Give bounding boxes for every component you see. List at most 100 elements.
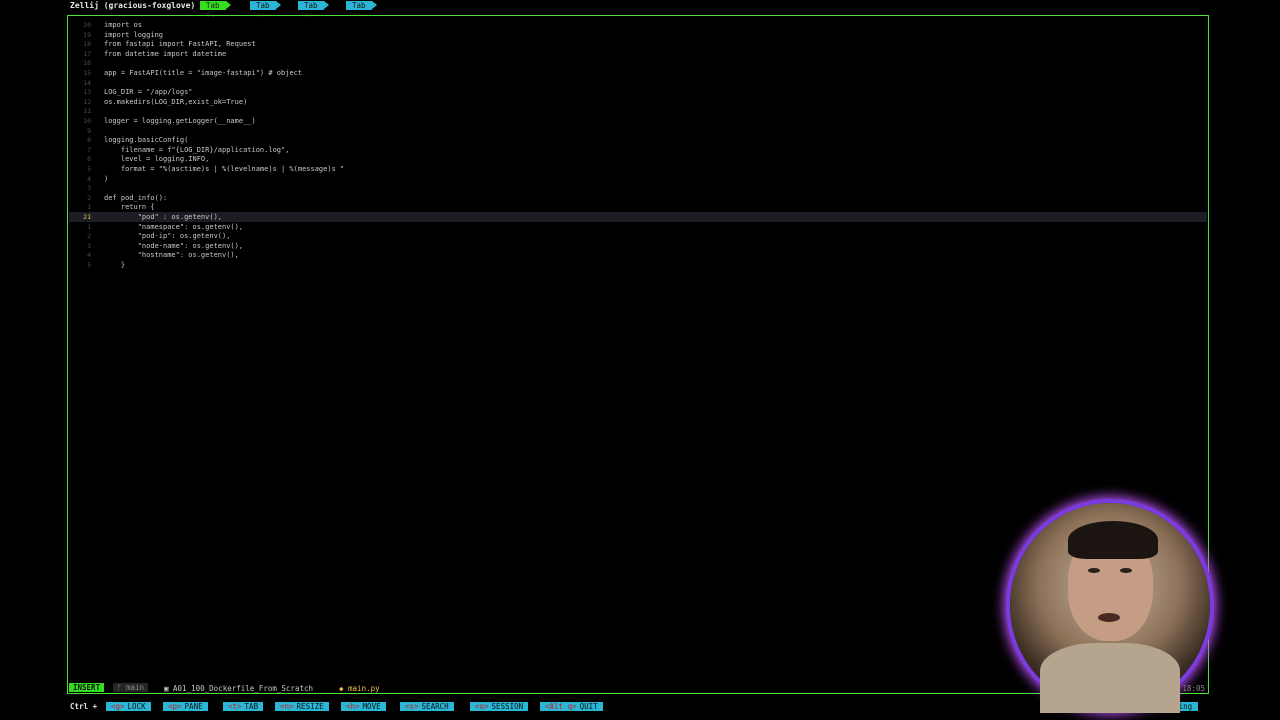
code-line[interactable]: 4 "hostname": os.getenv(), xyxy=(69,250,1207,260)
session-title: Zellij (gracious-foxglove) xyxy=(70,1,196,10)
key-hint: <h> xyxy=(346,702,360,711)
line-number: 9 xyxy=(87,126,91,135)
code-line[interactable]: 2 def pod_info(): xyxy=(69,193,1207,203)
search-key[interactable]: <s> SEARCH xyxy=(400,702,454,711)
code-line[interactable]: 15 app = FastAPI(title = "image-fastapi")… xyxy=(69,68,1207,78)
move-key[interactable]: <h> MOVE xyxy=(341,702,386,711)
key-label: RESIZE xyxy=(296,702,324,711)
code-line[interactable]: 4) xyxy=(69,174,1207,184)
project-path: ▣ A01_100_Dockerfile_From_Scratch xyxy=(164,683,313,694)
code-text[interactable]: from datetime import datetime xyxy=(104,49,226,59)
code-text[interactable]: return { xyxy=(104,202,155,212)
line-number: 4 xyxy=(87,174,91,183)
line-number: 16 xyxy=(83,59,91,68)
key-hint: <p> xyxy=(168,702,182,711)
code-line[interactable]: 5 } xyxy=(69,260,1207,270)
code-line[interactable]: 9 xyxy=(69,126,1207,136)
code-text[interactable]: "namespace": os.getenv(), xyxy=(104,222,243,232)
code-line[interactable]: 18 from fastapi import FastAPI, Request xyxy=(69,39,1207,49)
key-hint: <s> xyxy=(405,702,419,711)
branch-name: main xyxy=(126,683,145,692)
code-text[interactable]: app = FastAPI(title = "image-fastapi") #… xyxy=(104,68,302,78)
code-text[interactable]: } xyxy=(104,260,125,270)
webcam-eye xyxy=(1088,568,1100,573)
session-key[interactable]: <o> SESSION xyxy=(470,702,529,711)
key-hint: <n> xyxy=(280,702,294,711)
line-number: 1 xyxy=(87,203,91,212)
line-number: 18 xyxy=(83,40,91,49)
code-line[interactable]: 12 os.makedirs(LOG_DIR,exist_ok=True) xyxy=(69,97,1207,107)
code-text[interactable]: import os xyxy=(104,20,142,30)
line-number: 2 xyxy=(87,193,91,202)
code-text[interactable]: def pod_info(): xyxy=(104,193,167,203)
line-number: 6 xyxy=(87,155,91,164)
branch-icon: ᚠ xyxy=(117,683,127,692)
code-line[interactable]: 3 xyxy=(69,183,1207,193)
quit-key[interactable]: <Alt q> QUIT xyxy=(540,702,603,711)
git-branch: ᚠ main xyxy=(113,683,149,692)
code-text[interactable]: logging.basicConfig( xyxy=(104,135,188,145)
code-line[interactable]: 6 level = logging.INFO, xyxy=(69,154,1207,164)
code-text[interactable]: format = "%(asctime)s | %(levelname)s | … xyxy=(104,164,344,174)
code-line[interactable]: 13 LOG_DIR = "/app/logs" xyxy=(69,87,1207,97)
code-text[interactable]: logger = logging.getLogger(__name__) xyxy=(104,116,256,126)
lock-key[interactable]: <g> LOCK xyxy=(106,702,151,711)
webcam-overlay xyxy=(1010,503,1210,713)
key-hint: <o> xyxy=(475,702,489,711)
code-line[interactable]: 7 filename = f"{LOG_DIR}/application.log… xyxy=(69,145,1207,155)
code-text[interactable]: ) xyxy=(104,174,108,184)
code-line[interactable]: 14 xyxy=(69,78,1207,88)
tab-1[interactable]: Tab #1 xyxy=(200,1,231,19)
resize-key[interactable]: <n> RESIZE xyxy=(275,702,329,711)
code-text[interactable]: from fastapi import FastAPI, Request xyxy=(104,39,256,49)
line-number: 10 xyxy=(83,117,91,125)
tab-key[interactable]: <t> TAB xyxy=(223,702,264,711)
code-text[interactable]: LOG_DIR = "/app/logs" xyxy=(104,87,193,97)
clock: 18:05 xyxy=(1182,684,1205,693)
key-hint: <g> xyxy=(111,702,125,711)
code-line[interactable]: 19 import logging xyxy=(69,30,1207,40)
code-line[interactable]: 17 from datetime import datetime xyxy=(69,49,1207,59)
line-number: 1 xyxy=(87,222,91,231)
code-line[interactable]: 3 "node-name": os.getenv(), xyxy=(69,241,1207,251)
line-number: 3 xyxy=(87,241,91,250)
project-name: A01_100_Dockerfile_From_Scratch xyxy=(173,684,314,693)
webcam-mouth xyxy=(1098,613,1120,622)
key-label: SESSION xyxy=(491,702,524,711)
code-text[interactable]: level = logging.INFO, xyxy=(104,154,210,164)
line-number: 12 xyxy=(83,97,91,106)
tab-4[interactable]: Tab #4 xyxy=(346,1,377,19)
webcam-hair xyxy=(1068,521,1158,559)
status-line: INSERT ᚠ main ▣ A01_100_Dockerfile_From_… xyxy=(69,682,1207,693)
code-line[interactable]: 1 return { xyxy=(69,202,1207,212)
code-text[interactable]: "node-name": os.getenv(), xyxy=(104,241,243,251)
code-line[interactable]: 11 xyxy=(69,106,1207,116)
code-line[interactable]: 5 format = "%(asctime)s | %(levelname)s … xyxy=(69,164,1207,174)
code-text[interactable]: "pod" : os.getenv(), xyxy=(104,212,222,222)
key-label: QUIT xyxy=(579,702,598,711)
tab-2[interactable]: Tab #2 xyxy=(250,1,281,19)
code-line[interactable]: 2 "pod-ip": os.getenv(), xyxy=(69,231,1207,241)
key-hint: <Alt q> xyxy=(545,702,577,711)
code-line[interactable]: 21 "pod" : os.getenv(), xyxy=(69,212,1207,222)
folder-icon: ▣ xyxy=(164,684,174,693)
code-text[interactable]: "pod-ip": os.getenv(), xyxy=(104,231,231,241)
tab-3[interactable]: Tab #3 xyxy=(298,1,329,19)
line-number: 2 xyxy=(87,232,91,241)
code-text[interactable]: os.makedirs(LOG_DIR,exist_ok=True) xyxy=(104,97,247,107)
line-number: 8 xyxy=(87,136,91,145)
mode-indicator: INSERT xyxy=(69,683,105,692)
code-line[interactable]: 16 xyxy=(69,58,1207,68)
code-line[interactable]: 8 logging.basicConfig( xyxy=(69,135,1207,145)
pane-key[interactable]: <p> PANE xyxy=(163,702,208,711)
code-line[interactable]: 10 logger = logging.getLogger(__name__) xyxy=(69,116,1207,126)
code-text[interactable]: filename = f"{LOG_DIR}/application.log", xyxy=(104,145,290,155)
line-number: 5 xyxy=(87,165,91,173)
file-name: main.py xyxy=(348,684,380,693)
line-number: 14 xyxy=(83,78,91,87)
code-line[interactable]: 1 "namespace": os.getenv(), xyxy=(69,222,1207,232)
code-text[interactable]: "hostname": os.getenv(), xyxy=(104,250,239,260)
code-text[interactable]: import logging xyxy=(104,30,163,40)
line-number: 17 xyxy=(83,49,91,58)
code-line[interactable]: 20 import os xyxy=(69,20,1207,30)
